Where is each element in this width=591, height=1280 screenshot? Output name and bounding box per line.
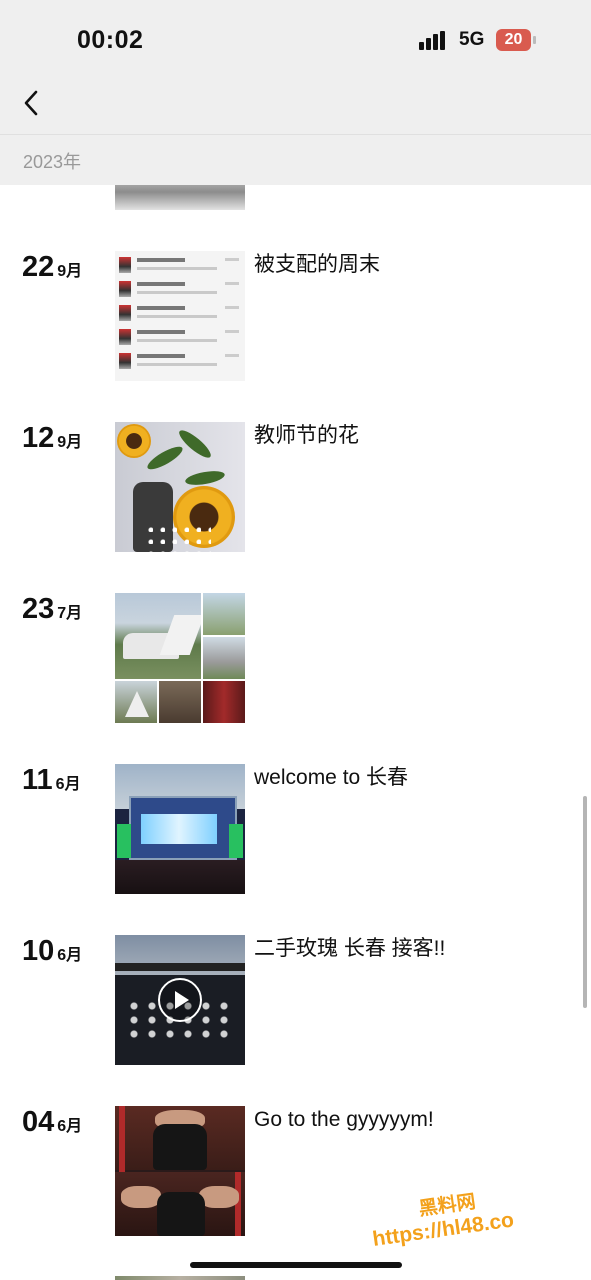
post-caption[interactable]: Go to the gyyyyym!: [254, 1105, 564, 1135]
header-divider: [0, 134, 591, 135]
post-month: 6月: [57, 947, 83, 964]
post-item: 10 6月 二手玫瑰 长春 接客!!: [0, 935, 591, 1075]
play-icon[interactable]: [158, 978, 202, 1022]
post-caption[interactable]: 教师节的花: [254, 421, 564, 451]
status-time: 00:02: [77, 26, 144, 54]
post-thumbnail[interactable]: [115, 935, 245, 1065]
post-thumbnail[interactable]: [115, 251, 245, 381]
post-month: 9月: [57, 263, 83, 280]
year-header: 2023年: [23, 152, 82, 172]
post-day: 12: [22, 422, 55, 454]
battery-level: 20: [496, 29, 531, 51]
post-date: 11 6月: [22, 764, 81, 797]
network-type: 5G: [459, 29, 485, 50]
post-item: 23 7月: [0, 593, 591, 733]
post-day: 23: [22, 593, 55, 625]
post-caption[interactable]: 二手玫瑰 长春 接客!!: [254, 934, 564, 964]
post-month: 7月: [57, 605, 83, 622]
post-item: 11 6月 welcome to 长春: [0, 764, 591, 904]
post-thumbnail[interactable]: [115, 1106, 245, 1236]
post-caption[interactable]: 被支配的周末: [254, 250, 564, 280]
post-day: 11: [22, 764, 53, 796]
post-item: 22 9月 被支配的周末: [0, 251, 591, 391]
battery-icon: 20: [496, 29, 537, 51]
chevron-left-icon[interactable]: [18, 88, 48, 118]
post-day: 22: [22, 251, 55, 283]
post-item: 12 9月 教师节的花: [0, 422, 591, 562]
post-day: 10: [22, 935, 55, 967]
post-month: 9月: [57, 434, 83, 451]
post-thumbnail[interactable]: [115, 593, 245, 723]
post-thumbnail[interactable]: [115, 422, 245, 552]
post-thumbnail[interactable]: [115, 764, 245, 894]
post-date: 10 6月: [22, 935, 82, 968]
post-date: 22 9月: [22, 251, 82, 284]
top-bar: 00:02 5G 20 2023年: [0, 0, 591, 185]
status-bar: 00:02 5G 20: [0, 0, 591, 80]
moments-feed[interactable]: 22 9月 被支配的周末 12 9月 教师节的花 23 7月 11 6月 wel…: [0, 0, 591, 1280]
partial-thumbnail-bottom[interactable]: [115, 1276, 245, 1280]
post-date: 23 7月: [22, 593, 82, 626]
signal-icon: [419, 31, 449, 50]
post-month: 6月: [55, 776, 81, 793]
post-caption[interactable]: welcome to 长春: [254, 763, 564, 793]
home-indicator[interactable]: [190, 1262, 402, 1268]
post-month: 6月: [57, 1118, 83, 1135]
post-date: 12 9月: [22, 422, 82, 455]
post-day: 04: [22, 1106, 55, 1138]
scrollbar[interactable]: [583, 796, 587, 1008]
post-date: 04 6月: [22, 1106, 82, 1139]
